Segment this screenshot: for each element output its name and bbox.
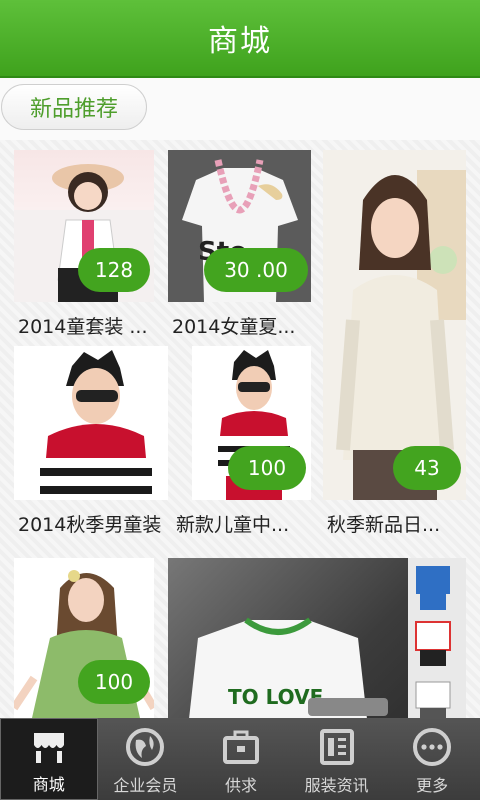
product-title: 2014女童夏... bbox=[172, 316, 296, 338]
news-icon bbox=[319, 729, 354, 765]
nav-item-store[interactable]: 商城 bbox=[0, 718, 98, 800]
price-badge: 100 bbox=[78, 660, 150, 704]
product-title: 新款儿童中... bbox=[176, 514, 290, 536]
briefcase-icon bbox=[222, 730, 259, 764]
product-image[interactable]: TO LOVE bbox=[168, 558, 466, 718]
tab-new-products[interactable]: 新品推荐 bbox=[1, 84, 147, 130]
product-title: 2014童套装 ... bbox=[18, 316, 148, 338]
price-badge: 43 bbox=[393, 446, 461, 490]
product-card[interactable]: 128 2014童套装 ... bbox=[14, 150, 154, 340]
app-header: 商城 bbox=[0, 0, 480, 78]
product-grid: 128 2014童套装 ... Sto 30 .00 2014女童夏... bbox=[0, 140, 480, 718]
nav-label: 服装资讯 bbox=[304, 776, 369, 795]
bottom-nav: 商城 企业会员 供求 服装资讯 更多 bbox=[0, 718, 480, 800]
product-card[interactable]: 43 秋季新品日... bbox=[323, 150, 466, 540]
price-badge: 30 .00 bbox=[204, 248, 308, 292]
product-card[interactable]: Sto 30 .00 2014女童夏... bbox=[168, 150, 311, 340]
product-card[interactable]: 100 bbox=[14, 558, 154, 718]
nav-label: 商城 bbox=[32, 775, 65, 794]
product-title: 2014秋季男童装 bbox=[18, 514, 162, 536]
product-title: 秋季新品日... bbox=[327, 514, 441, 536]
nav-item-members[interactable]: 企业会员 bbox=[98, 718, 194, 800]
product-image[interactable] bbox=[14, 346, 168, 500]
nav-item-supply[interactable]: 供求 bbox=[193, 718, 289, 800]
store-icon bbox=[33, 733, 64, 763]
nav-item-more[interactable]: 更多 bbox=[384, 718, 480, 800]
product-card[interactable]: 100 新款儿童中... bbox=[170, 346, 311, 540]
nav-label: 供求 bbox=[224, 776, 257, 795]
price-badge: 128 bbox=[78, 248, 150, 292]
nav-item-news[interactable]: 服装资讯 bbox=[289, 718, 385, 800]
nav-label: 企业会员 bbox=[113, 776, 178, 795]
product-card[interactable]: TO LOVE bbox=[168, 558, 466, 718]
page-title: 商城 bbox=[208, 24, 272, 59]
more-icon bbox=[413, 728, 452, 766]
category-bar: 新品推荐 bbox=[0, 78, 480, 141]
price-badge: 100 bbox=[228, 446, 306, 490]
nav-label: 更多 bbox=[416, 776, 449, 795]
globe-icon bbox=[126, 728, 165, 766]
product-card[interactable]: 2014秋季男童装 bbox=[14, 346, 168, 540]
